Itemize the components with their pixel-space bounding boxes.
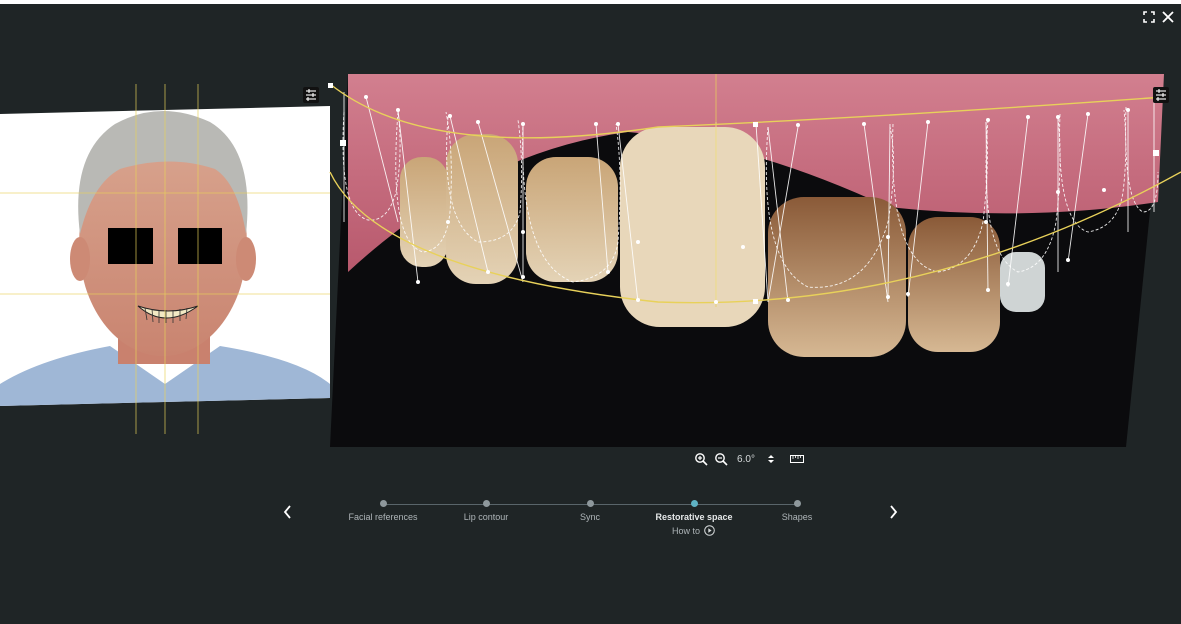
step-dot-active — [690, 500, 698, 507]
intraoral-photo[interactable] — [328, 72, 1181, 450]
step-label: Sync — [579, 512, 600, 522]
zoom-toolbar: 6.0° — [694, 451, 778, 467]
how-to-link[interactable]: How to — [672, 525, 715, 536]
zoom-in-icon[interactable] — [694, 452, 708, 466]
step-label: Facial references — [348, 512, 418, 522]
step-label: Shapes — [781, 512, 813, 522]
how-to-label: How to — [672, 525, 701, 536]
play-circle-icon — [704, 525, 715, 536]
facial-reference-photo[interactable] — [0, 84, 330, 434]
zoom-value: 6.0° — [737, 453, 755, 465]
step-sync[interactable]: Sync — [530, 500, 650, 522]
step-shapes[interactable]: Shapes — [737, 500, 857, 522]
adjust-sliders-icon[interactable] — [1153, 87, 1169, 103]
step-dot — [586, 500, 594, 507]
up-down-icon[interactable] — [764, 452, 778, 466]
top-strip — [0, 0, 1181, 4]
step-lip-contour[interactable]: Lip contour — [426, 500, 546, 522]
close-icon[interactable] — [1161, 10, 1175, 24]
step-dot — [379, 500, 387, 507]
next-step-arrow-icon[interactable] — [885, 503, 901, 521]
workflow-stepper: Facial references Lip contour Sync Resto… — [340, 496, 840, 536]
step-restorative-space[interactable]: Restorative space — [634, 500, 754, 522]
zoom-out-icon[interactable] — [714, 452, 728, 466]
step-dot — [793, 500, 801, 507]
previous-step-arrow-icon[interactable] — [280, 503, 296, 521]
ruler-icon[interactable] — [790, 454, 804, 464]
step-label: Lip contour — [463, 512, 509, 522]
step-facial-references[interactable]: Facial references — [323, 500, 443, 522]
adjust-sliders-icon[interactable] — [303, 87, 319, 103]
fullscreen-icon[interactable] — [1142, 10, 1156, 24]
step-dot — [482, 500, 490, 507]
step-label: Restorative space — [655, 512, 733, 522]
